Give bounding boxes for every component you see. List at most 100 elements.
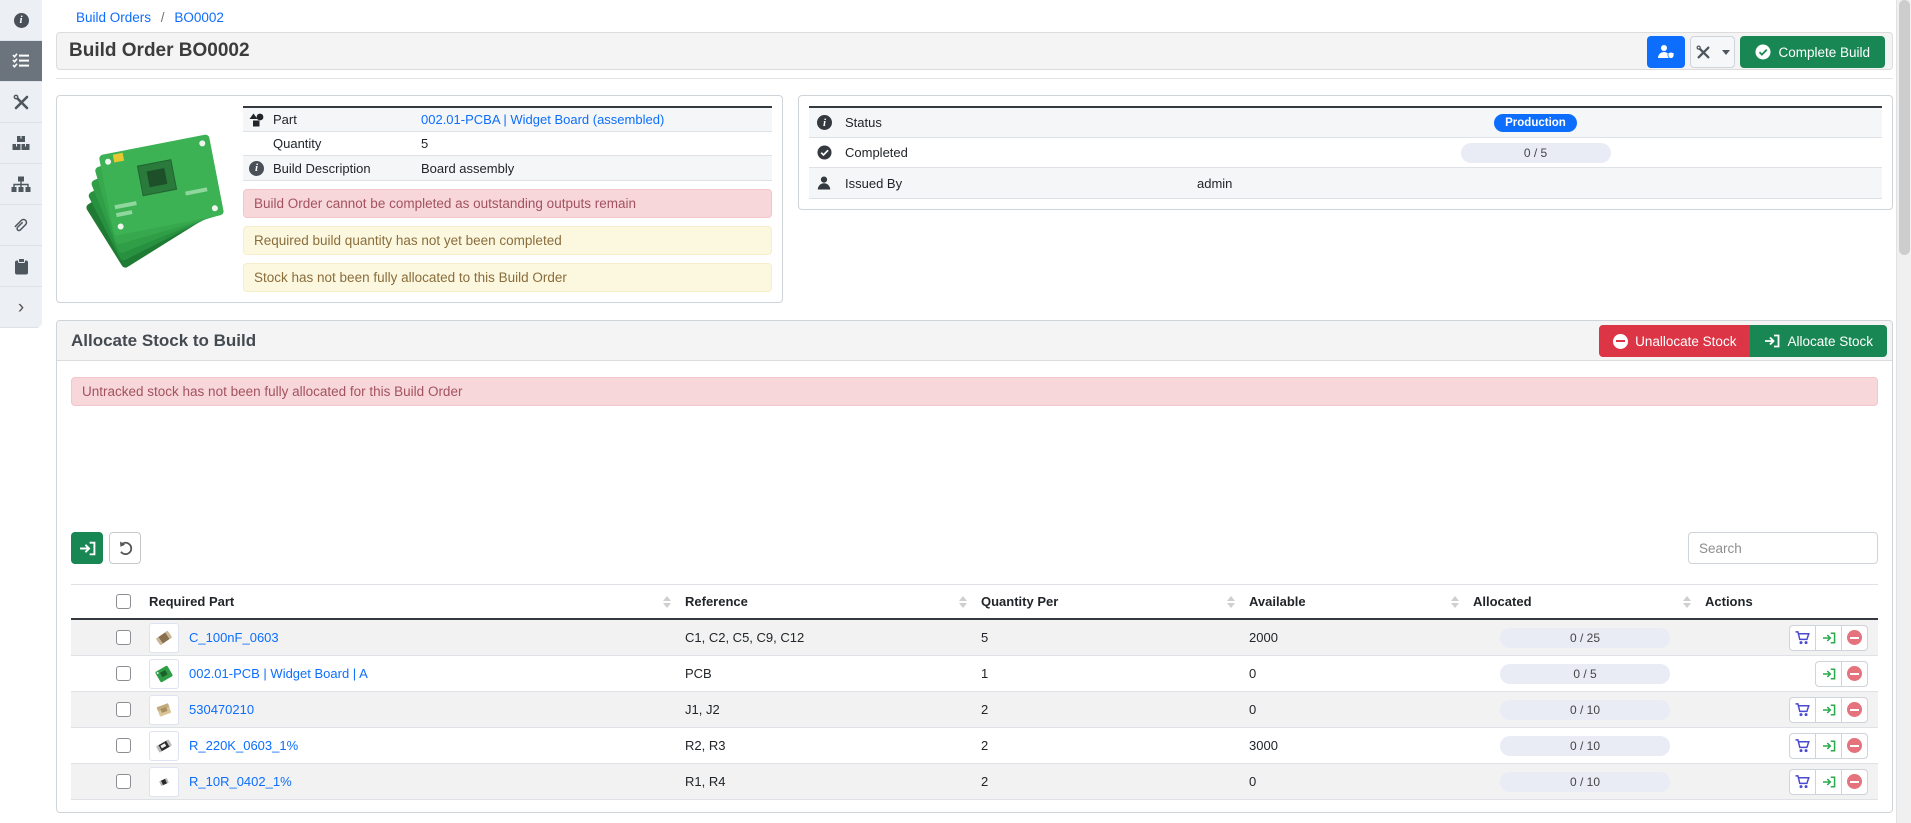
column-header-actions: Actions [1701, 594, 1878, 609]
part-thumbnail [149, 659, 179, 689]
sidebar-item-completed-outputs[interactable] [0, 123, 42, 164]
alert-outstanding-outputs: Build Order cannot be completed as outst… [243, 189, 772, 218]
page-title: Build Order BO0002 [57, 40, 250, 62]
table-row: 002.01-PCB | Widget Board | A PCB 1 0 0 … [71, 656, 1878, 692]
sort-icon [1683, 596, 1691, 608]
part-link[interactable]: 002.01-PCBA | Widget Board (assembled) [421, 112, 664, 127]
scrollbar-thumb[interactable] [1899, 0, 1910, 255]
column-header-reference[interactable]: Reference [681, 594, 977, 609]
connector-image [153, 699, 175, 721]
select-all-checkbox[interactable] [116, 594, 131, 609]
remove-row-button[interactable] [1841, 625, 1868, 651]
part-link[interactable]: C_100nF_0603 [189, 630, 279, 645]
remove-row-button[interactable] [1841, 661, 1868, 687]
quantity-value: 5 [421, 136, 766, 151]
remove-row-button[interactable] [1841, 733, 1868, 759]
available-cell: 0 [1245, 702, 1469, 717]
allocate-row-button[interactable] [1815, 697, 1842, 723]
allocate-stock-card: Allocate Stock to Build Unallocate Stock… [56, 320, 1893, 813]
sidebar-item-details[interactable]: i [0, 0, 42, 41]
breadcrumb-build-orders-link[interactable]: Build Orders [76, 10, 151, 25]
page-scrollbar[interactable] [1896, 0, 1911, 823]
buy-part-button[interactable] [1789, 733, 1816, 759]
column-header-available[interactable]: Available [1245, 594, 1469, 609]
allocated-progressbar: 0 / 10 [1500, 772, 1670, 792]
sidebar-item-allocate-stock[interactable] [0, 41, 42, 82]
remove-row-button[interactable] [1841, 697, 1868, 723]
part-link[interactable]: R_220K_0603_1% [189, 738, 298, 753]
info-circle-icon: i [249, 161, 264, 176]
checklist-icon [12, 53, 30, 69]
column-header-allocated[interactable]: Allocated [1469, 594, 1701, 609]
description-row: i Build Description Board assembly [243, 156, 772, 180]
quantity-label: Quantity [273, 136, 421, 151]
row-checkbox[interactable] [116, 702, 131, 717]
allocate-title: Allocate Stock to Build [57, 331, 256, 351]
breadcrumb: Build Orders / BO0002 [56, 0, 1893, 32]
reference-cell: J1, J2 [681, 702, 977, 717]
header-divider [56, 78, 1893, 79]
sign-in-icon [79, 541, 96, 556]
part-link[interactable]: R_10R_0402_1% [189, 774, 292, 789]
complete-build-button[interactable]: Complete Build [1740, 36, 1885, 68]
part-link[interactable]: 002.01-PCB | Widget Board | A [189, 666, 368, 681]
main-content: Build Orders / BO0002 Build Order BO0002 [56, 0, 1893, 813]
reference-cell: C1, C2, C5, C9, C12 [681, 630, 977, 645]
shapes-icon [249, 113, 264, 127]
sort-icon [1451, 596, 1459, 608]
allocate-row-button[interactable] [1815, 769, 1842, 795]
table-toolbar [71, 532, 1878, 564]
allocate-row-button[interactable] [1815, 625, 1842, 651]
sidebar-item-build-outputs[interactable] [0, 82, 42, 123]
column-label: Actions [1705, 594, 1753, 609]
part-thumbnail [149, 767, 179, 797]
paperclip-icon [12, 216, 30, 234]
breadcrumb-separator: / [161, 10, 165, 25]
allocate-selected-button[interactable] [71, 532, 103, 564]
row-checkbox[interactable] [116, 630, 131, 645]
row-checkbox[interactable] [116, 666, 131, 681]
sidebar-item-notes[interactable] [0, 246, 42, 287]
sort-icon [1227, 596, 1235, 608]
remove-row-button[interactable] [1841, 769, 1868, 795]
unallocate-stock-button[interactable]: Unallocate Stock [1599, 325, 1750, 357]
buy-part-button[interactable] [1789, 697, 1816, 723]
allocate-row-button[interactable] [1815, 661, 1842, 687]
breadcrumb-current-link[interactable]: BO0002 [174, 10, 224, 25]
sidebar-item-attachments[interactable] [0, 205, 42, 246]
table-row: C_100nF_0603 C1, C2, C5, C9, C12 5 2000 … [71, 620, 1878, 656]
build-actions-menu-button[interactable] [1690, 36, 1735, 68]
status-label: Status [845, 115, 1197, 130]
resistor-small-image [153, 771, 175, 793]
allocated-progressbar: 0 / 10 [1500, 700, 1670, 720]
row-checkbox[interactable] [116, 774, 131, 789]
sidebar-item-child-builds[interactable] [0, 164, 42, 205]
sidebar-expand-button[interactable]: › [0, 287, 42, 328]
refresh-table-button[interactable] [109, 532, 141, 564]
alert-untracked-stock: Untracked stock has not been fully alloc… [71, 377, 1878, 406]
refresh-icon [117, 540, 134, 557]
issued-by-label: Issued By [845, 176, 1197, 191]
status-table: i Status Production Completed 0 / 5 [809, 106, 1882, 199]
buy-part-button[interactable] [1789, 625, 1816, 651]
page-header-panel: Build Order BO0002 [56, 32, 1893, 70]
allocate-stock-button[interactable]: Allocate Stock [1750, 325, 1887, 357]
tools-icon [1696, 45, 1711, 60]
table-row: R_10R_0402_1% R1, R4 2 0 0 / 10 [71, 764, 1878, 800]
sign-in-icon [1764, 334, 1780, 348]
part-link[interactable]: 530470210 [189, 702, 254, 717]
unallocate-stock-label: Unallocate Stock [1635, 334, 1736, 349]
allocate-row-button[interactable] [1815, 733, 1842, 759]
completed-label: Completed [845, 145, 1197, 160]
edit-responsible-button[interactable] [1647, 36, 1685, 68]
column-header-quantity-per[interactable]: Quantity Per [977, 594, 1245, 609]
row-checkbox[interactable] [116, 738, 131, 753]
column-header-required-part[interactable]: Required Part [145, 594, 681, 609]
pcb-photo [70, 120, 230, 270]
part-image [67, 106, 233, 284]
search-input[interactable] [1688, 532, 1878, 564]
part-label: Part [273, 112, 421, 127]
buy-part-button[interactable] [1789, 769, 1816, 795]
tools-icon [13, 94, 30, 111]
cart-icon [1795, 631, 1810, 645]
